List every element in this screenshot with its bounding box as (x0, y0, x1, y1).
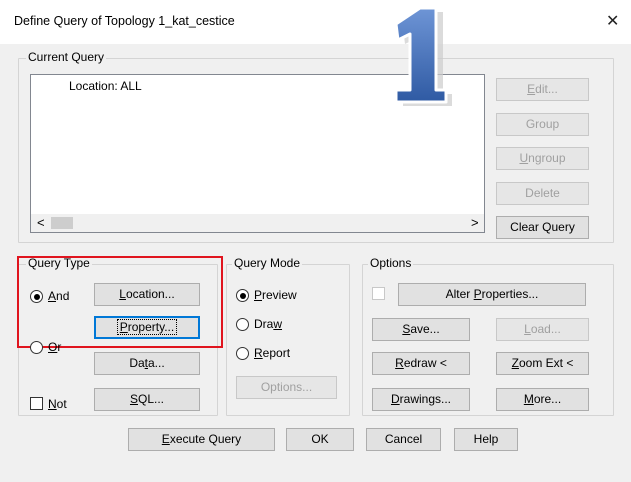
step-number-overlay (394, 8, 452, 106)
options-legend: Options (368, 256, 414, 270)
edit-button[interactable]: Edit... (496, 78, 589, 101)
property-button[interactable]: Property... (94, 316, 200, 339)
group-button[interactable]: Group (496, 113, 589, 136)
scroll-right-icon[interactable]: > (471, 215, 479, 230)
query-mode-legend: Query Mode (232, 256, 303, 270)
and-radio[interactable] (30, 290, 43, 303)
load-button[interactable]: Load... (496, 318, 589, 341)
or-radio[interactable] (30, 341, 43, 354)
alter-properties-checkbox[interactable] (372, 287, 385, 300)
execute-query-button[interactable]: Execute Query (128, 428, 275, 451)
clear-query-button[interactable]: Clear Query (496, 216, 589, 239)
more-button[interactable]: More... (496, 388, 589, 411)
scroll-left-icon[interactable]: < (37, 215, 45, 230)
save-button[interactable]: Save... (372, 318, 470, 341)
current-query-legend: Current Query (26, 50, 107, 64)
not-checkbox[interactable] (30, 397, 43, 410)
preview-radio[interactable] (236, 289, 249, 302)
help-button[interactable]: Help (454, 428, 518, 451)
redraw-button[interactable]: Redraw < (372, 352, 470, 375)
cancel-button[interactable]: Cancel (366, 428, 441, 451)
report-radio[interactable] (236, 347, 249, 360)
scroll-thumb[interactable] (51, 217, 73, 229)
and-label: And (48, 289, 70, 303)
alter-properties-button[interactable]: Alter Properties... (398, 283, 586, 306)
draw-label: Draw (254, 317, 283, 331)
drawings-button[interactable]: Drawings... (372, 388, 470, 411)
horizontal-scrollbar[interactable]: < > (31, 214, 484, 232)
ungroup-button[interactable]: Ungroup (496, 147, 589, 170)
query-item[interactable]: Location: ALL (69, 79, 142, 93)
location-button[interactable]: Location... (94, 283, 200, 306)
mode-options-button[interactable]: Options... (236, 376, 337, 399)
ok-button[interactable]: OK (286, 428, 354, 451)
sql-button[interactable]: SQL... (94, 388, 200, 411)
preview-label: Preview (254, 288, 297, 302)
data-button[interactable]: Data... (94, 352, 200, 375)
delete-button[interactable]: Delete (496, 182, 589, 205)
report-label: Report (254, 346, 291, 360)
window-title: Define Query of Topology 1_kat_cestice (14, 14, 235, 28)
draw-radio[interactable] (236, 318, 249, 331)
zoom-ext-button[interactable]: Zoom Ext < (496, 352, 589, 375)
not-label: Not (48, 397, 67, 411)
or-label: Or (48, 340, 62, 354)
close-icon[interactable]: ✕ (606, 11, 619, 31)
